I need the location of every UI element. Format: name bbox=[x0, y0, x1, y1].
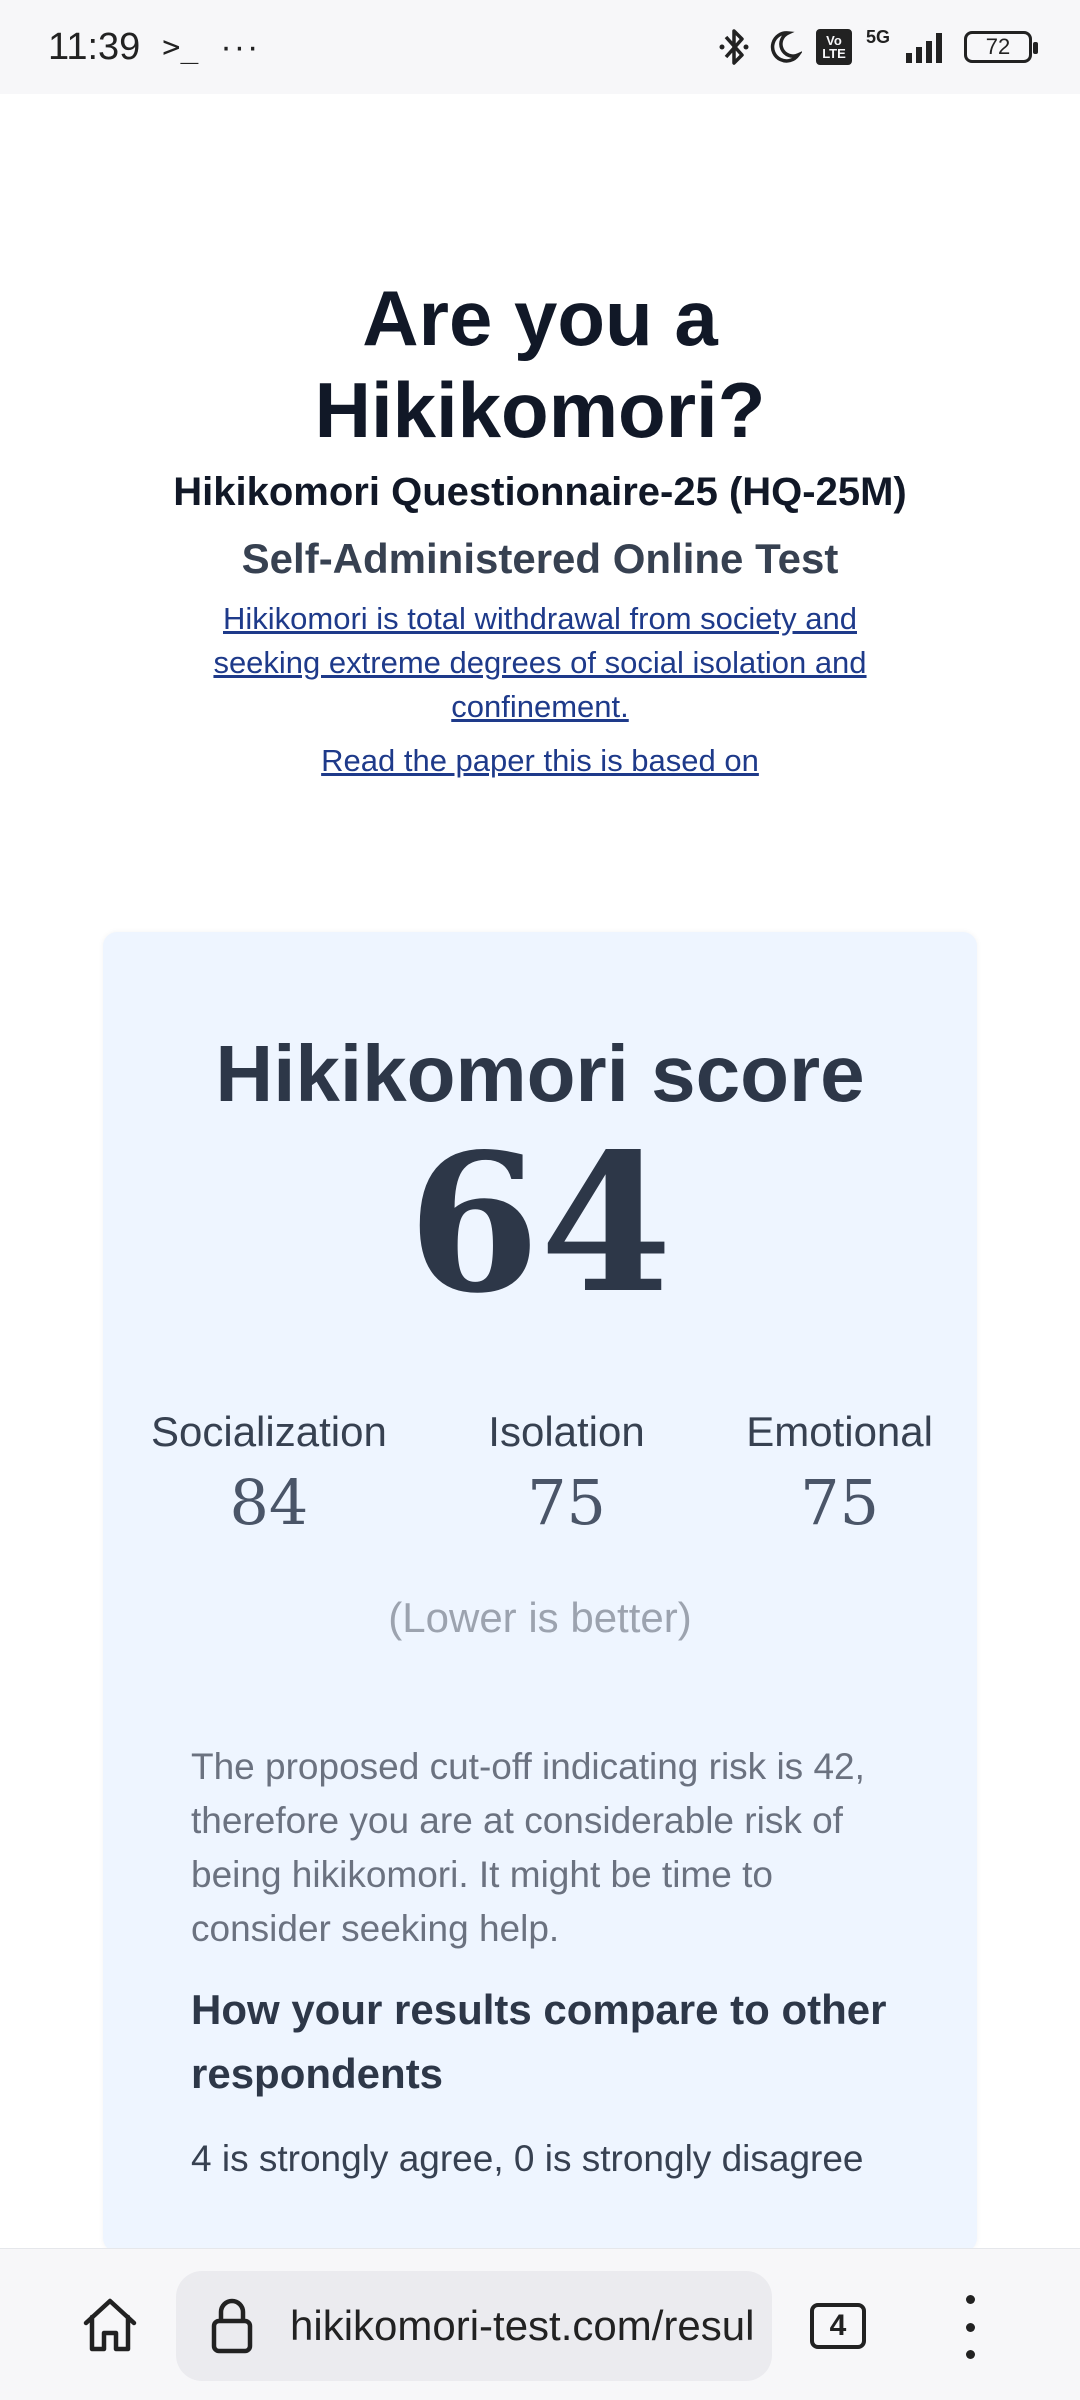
subscore-label: Socialization bbox=[151, 1408, 387, 1455]
address-bar[interactable]: hikikomori-test.com/resul bbox=[176, 2271, 772, 2381]
browser-bottom-bar: hikikomori-test.com/resul 4 bbox=[0, 2248, 1080, 2400]
url-text: hikikomori-test.com/resul bbox=[290, 2302, 755, 2349]
menu-dot-icon bbox=[965, 2295, 975, 2304]
tab-switcher-button[interactable]: 4 bbox=[810, 2303, 866, 2349]
subscore-value: 75 bbox=[800, 1466, 880, 1539]
lower-is-better-note: (Lower is better) bbox=[388, 1594, 692, 1641]
score-value: 64 bbox=[407, 1112, 673, 1335]
subscore-emotional: Emotional 75 bbox=[746, 1408, 933, 1539]
hikikomori-definition-link[interactable]: Hikikomori is total withdrawal from soci… bbox=[180, 597, 900, 729]
read-paper-link[interactable]: Read the paper this is based on bbox=[321, 743, 759, 779]
home-icon bbox=[83, 2298, 137, 2352]
volte-icon: Vo LTE bbox=[815, 29, 852, 65]
menu-dot-icon bbox=[965, 2322, 975, 2332]
compare-heading: How your results compare to other respon… bbox=[191, 1986, 887, 2097]
more-menu-button[interactable] bbox=[946, 2295, 994, 2359]
signal-icon bbox=[904, 31, 950, 63]
status-right: Vo LTE 5G 72 bbox=[716, 26, 1038, 67]
risk-explanation: The proposed cut-off indicating risk is … bbox=[191, 1746, 865, 1949]
subscore-label: Isolation bbox=[488, 1408, 645, 1455]
battery-icon: 72 bbox=[964, 31, 1038, 63]
status-time: 11:39 bbox=[48, 25, 141, 68]
score-label: Hikikomori score bbox=[215, 1029, 865, 1118]
result-card: Hikikomori score 64 Socialization 84 Iso… bbox=[103, 932, 977, 2252]
more-notifications-icon: ··· bbox=[220, 27, 261, 66]
subscore-label: Emotional bbox=[746, 1408, 933, 1455]
do-not-disturb-moon-icon bbox=[766, 29, 802, 65]
subscore-value: 84 bbox=[229, 1466, 309, 1539]
page-header: Are you a Hikikomori? Hikikomori Questio… bbox=[0, 94, 1080, 779]
lock-icon bbox=[208, 2296, 256, 2356]
subscores: Socialization 84 Isolation 75 Emotional … bbox=[103, 1408, 977, 1539]
page-title: Are you a Hikikomori? bbox=[314, 274, 766, 454]
menu-dot-icon bbox=[965, 2350, 975, 2359]
status-left: 11:39 >_ ··· bbox=[48, 26, 260, 69]
subscore-socialization: Socialization 84 bbox=[151, 1408, 387, 1539]
terminal-icon: >_ bbox=[162, 29, 199, 65]
scale-explanation: 4 is strongly agree, 0 is strongly disag… bbox=[191, 2138, 864, 2179]
subscore-value: 75 bbox=[527, 1466, 606, 1539]
questionnaire-name: Hikikomori Questionnaire-25 (HQ-25M) bbox=[173, 470, 907, 514]
network-type: 5G bbox=[865, 26, 890, 47]
subscore-isolation: Isolation 75 bbox=[488, 1408, 644, 1539]
battery-level: 72 bbox=[985, 34, 1011, 59]
bluetooth-icon bbox=[716, 27, 752, 67]
home-button[interactable] bbox=[78, 2293, 142, 2357]
test-type: Self-Administered Online Test bbox=[241, 535, 839, 582]
status-bar: 11:39 >_ ··· Vo LTE 5G 72 bbox=[0, 0, 1080, 94]
